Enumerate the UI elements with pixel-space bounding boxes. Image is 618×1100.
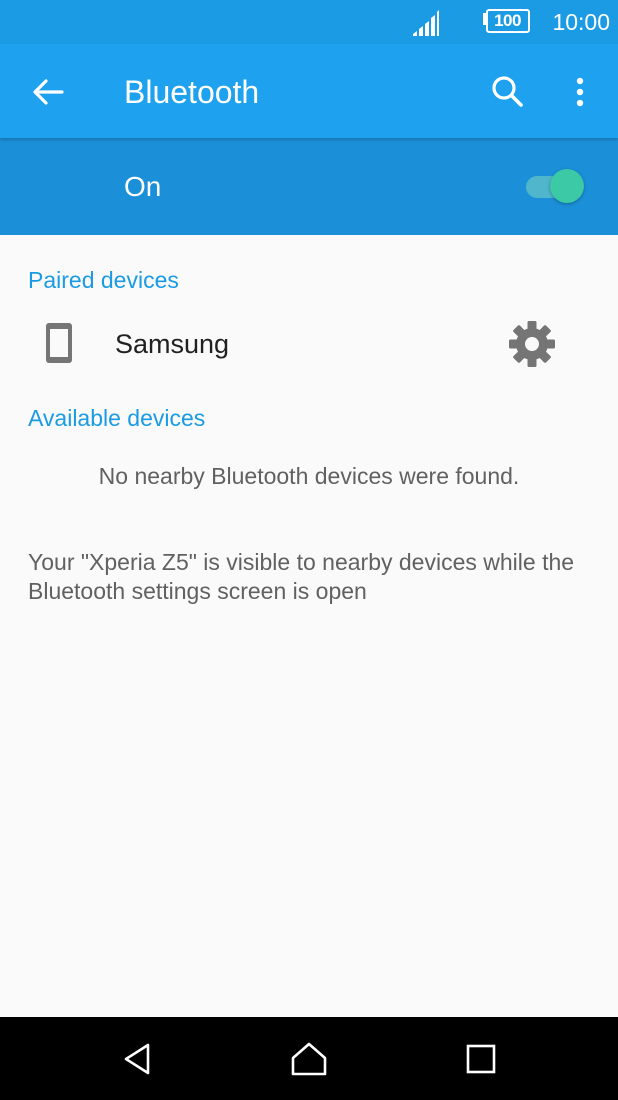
visibility-note: Your "Xperia Z5" is visible to nearby de… <box>28 549 575 604</box>
bluetooth-settings-screen: 100 10:00 Bluetooth On Paired devices Sa… <box>0 0 618 1100</box>
device-name: Samsung <box>115 329 230 359</box>
battery-level: 100 <box>494 11 521 30</box>
more-options-button[interactable] <box>560 68 600 116</box>
system-navigation-bar <box>0 1017 618 1100</box>
gear-icon <box>509 321 555 367</box>
page-title: Bluetooth <box>124 74 260 110</box>
app-bar: Bluetooth <box>0 44 618 138</box>
paired-devices-header: Paired devices <box>28 267 179 293</box>
nav-recents-icon <box>466 1044 496 1074</box>
bluetooth-toggle[interactable] <box>524 168 586 204</box>
status-bar: 100 10:00 <box>0 0 618 44</box>
search-button[interactable] <box>484 68 532 116</box>
status-time: 10:00 <box>552 9 610 35</box>
paired-device-row[interactable]: Samsung <box>0 304 618 384</box>
toggle-thumb <box>550 169 584 203</box>
switch-state-label: On <box>124 171 162 202</box>
nav-home-button[interactable] <box>287 1037 331 1081</box>
back-button[interactable] <box>22 69 74 115</box>
search-icon <box>492 76 523 107</box>
bluetooth-master-switch-bar[interactable]: On <box>0 138 618 235</box>
available-devices-header: Available devices <box>28 405 206 431</box>
nav-back-icon <box>124 1043 150 1075</box>
smartphone-icon <box>46 323 72 363</box>
nav-back-button[interactable] <box>116 1037 160 1081</box>
nav-home-icon <box>291 1042 327 1076</box>
more-vert-icon <box>576 77 584 107</box>
cell-signal-icon <box>413 10 439 36</box>
arrow-back-icon <box>33 79 64 105</box>
nav-recents-button[interactable] <box>459 1037 503 1081</box>
no-devices-message: No nearby Bluetooth devices were found. <box>98 463 520 489</box>
device-settings-button[interactable] <box>506 318 558 370</box>
